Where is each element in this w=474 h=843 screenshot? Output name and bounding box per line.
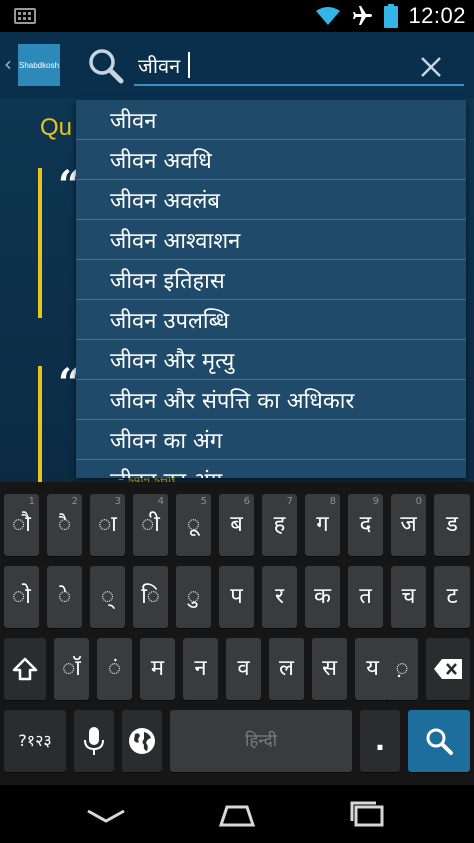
wifi-icon [316,7,341,25]
key[interactable]: ब6 [219,494,254,556]
key[interactable]: ू 5 [176,494,211,556]
key[interactable]: म [140,638,175,700]
recent-apps-icon[interactable] [338,795,398,835]
quote-bar [38,366,42,482]
close-icon[interactable] [416,52,446,82]
home-icon[interactable] [207,795,267,835]
backspace-key[interactable] [426,638,470,700]
navigation-bar [0,785,474,843]
key[interactable]: ि [133,566,168,628]
keyboard-notification-icon [14,8,36,24]
key[interactable]: ं [97,638,132,700]
airplane-icon [353,6,373,25]
suggestions-list: जीवन जीवन अवधि जीवन अवलंब जीवन आश्वाशन ज… [76,100,466,478]
key[interactable]: व [226,638,261,700]
key[interactable]: न [183,638,218,700]
status-bar: 12:02 [0,0,474,32]
keyboard: ौ 1 ै 2 ा 3 ी 4 ू 5 ब6 ह7 ग8 द9 ज0 ड ो े ् ि … [0,482,474,785]
shift-icon [12,657,38,681]
key[interactable]: द9 [348,494,383,556]
key[interactable]: ट [434,566,470,628]
suggestion-item[interactable]: जीवन का अंग [76,460,466,478]
suggestion-item[interactable]: जीवन अवलंब [76,180,466,220]
globe-icon [129,728,155,754]
suggestion-item[interactable]: जीवन आश्वाशन [76,220,466,260]
key[interactable]: क [305,566,340,628]
app-logo[interactable]: Shabdkosh [18,44,60,86]
text-cursor [188,52,190,78]
microphone-icon [84,727,104,755]
hide-keyboard-icon[interactable] [76,795,136,835]
search-input[interactable] [138,48,408,82]
key[interactable]: ़ [386,638,418,700]
suggestion-item[interactable]: जीवन [76,100,466,140]
quote-bar [38,168,42,318]
suggestion-item[interactable]: जीवन और संपत्ति का अधिकार [76,380,466,420]
suggestion-item[interactable]: जीवन इतिहास [76,260,466,300]
action-bar: ‹ Shabdkosh [0,32,474,98]
voice-input-key[interactable] [74,710,114,772]
shift-key[interactable] [4,638,46,700]
app-logo-text: Shabdkosh [18,60,60,70]
key[interactable]: ो [4,566,39,628]
key[interactable]: र [262,566,297,628]
chevron-left-icon[interactable]: ‹ [4,52,12,76]
key[interactable]: स [312,638,347,700]
suggestion-item[interactable]: जीवन उपलब्धि [76,300,466,340]
period-key[interactable]: . [360,710,400,772]
key[interactable]: े [47,566,82,628]
key[interactable]: ड [434,494,470,556]
suggestion-item[interactable]: जीवन अवधि [76,140,466,180]
section-heading: Qu [40,114,73,141]
key[interactable]: ज0 [391,494,426,556]
key[interactable]: ै 2 [47,494,82,556]
search-icon [89,49,124,84]
backspace-icon [434,659,462,679]
key[interactable]: त [348,566,383,628]
key[interactable]: ल [269,638,304,700]
key[interactable]: प [219,566,254,628]
battery-icon [384,4,399,28]
search-field[interactable] [134,48,464,86]
clock: 12:02 [408,3,466,28]
search-icon [426,728,453,755]
key[interactable]: च [391,566,426,628]
language-switch-key[interactable] [122,710,162,772]
symbols-key[interactable]: ?१२३ [4,710,66,772]
key[interactable]: ा 3 [90,494,125,556]
key[interactable]: ह7 [262,494,297,556]
key[interactable]: ् [90,566,125,628]
key[interactable]: ग8 [305,494,340,556]
suggestion-item[interactable]: जीवन और मृत्यु [76,340,466,380]
key[interactable]: ु [176,566,211,628]
space-key[interactable]: हिन्दी [170,710,352,772]
key[interactable]: ौ 1 [4,494,39,556]
search-action-key[interactable] [408,710,470,772]
key[interactable]: ॉ [54,638,89,700]
key[interactable]: य [355,638,390,700]
key[interactable]: ी 4 [133,494,168,556]
suggestion-item[interactable]: जीवन का अंग [76,420,466,460]
